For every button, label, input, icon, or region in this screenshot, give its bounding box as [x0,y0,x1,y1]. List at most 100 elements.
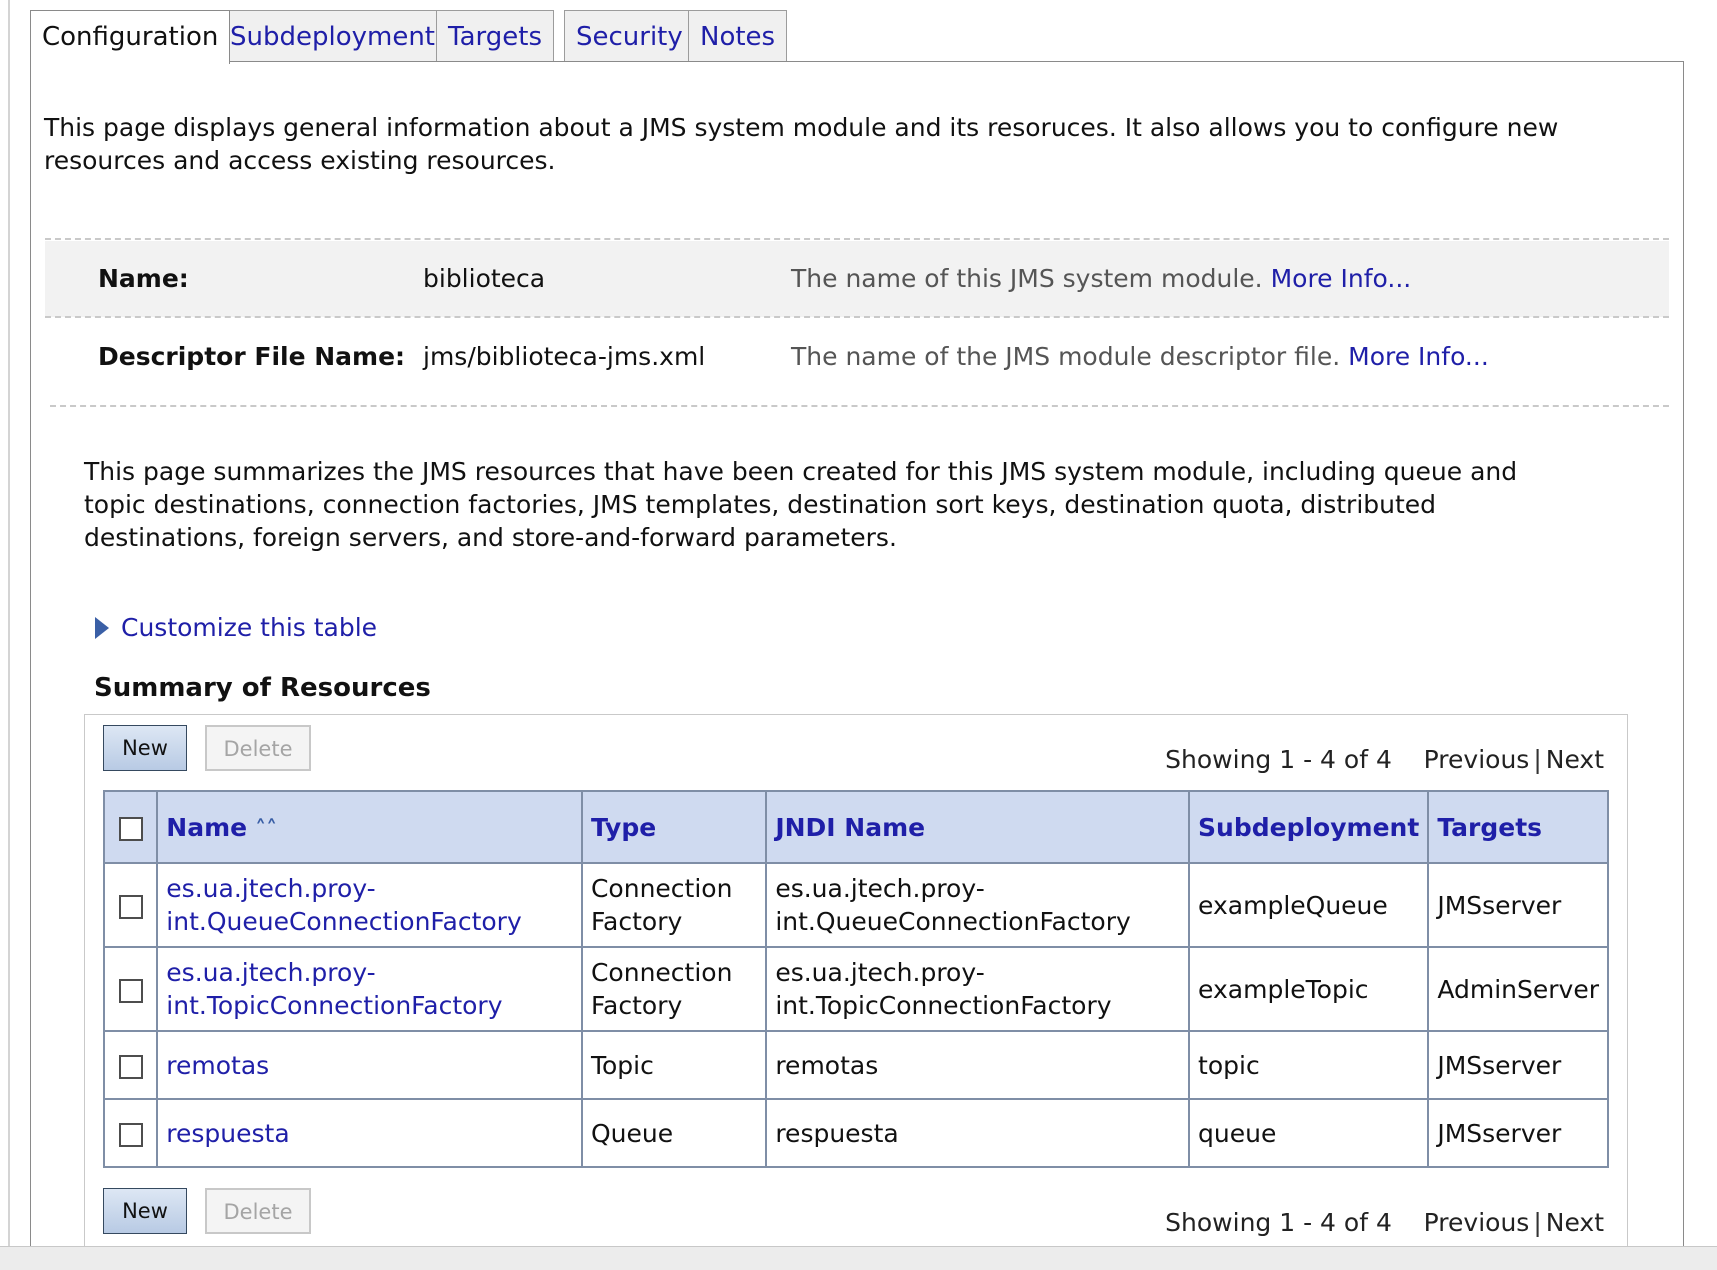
resource-name-link[interactable]: respuesta [166,1119,289,1148]
expand-triangle-icon [95,617,109,639]
select-all-checkbox[interactable] [118,816,143,841]
name-cell: es.ua.jtech.proy-int.TopicConnectionFact… [156,946,583,1032]
row-checkbox[interactable] [118,1122,143,1147]
table-row: es.ua.jtech.proy-int.QueueConnectionFact… [102,862,1609,948]
new-button-bottom[interactable]: New [103,1188,187,1234]
showing-count: Showing 1 - 4 of 4 [1165,745,1392,774]
pager-bottom: Showing 1 - 4 of 4 Previous | Next [1165,1203,1604,1243]
pager-separator: | [1533,1208,1542,1237]
row-checkbox[interactable] [118,1054,143,1079]
resource-name-line1: es.ua.jtech.proy- [166,958,376,987]
browser-status-bar [0,1246,1717,1270]
row-checkbox-cell [102,1098,159,1168]
tab-subdeployments[interactable]: Subdeployments [218,10,461,62]
delete-button[interactable]: Delete [205,725,311,771]
descriptor-more-info-link[interactable]: More Info... [1348,342,1489,371]
jndi-cell: remotas [765,1030,1191,1100]
targets-cell: JMSserver [1427,1030,1609,1100]
tab-security[interactable]: Security [564,10,695,62]
name-help: The name of this JMS system module. More… [791,241,1411,317]
jndi-line1: es.ua.jtech.proy- [775,874,985,903]
descriptor-label: Descriptor File Name: [98,342,406,371]
column-header-type[interactable]: Type [580,790,768,864]
row-checkbox-cell [102,862,159,948]
jndi-cell: es.ua.jtech.proy-int.TopicConnectionFact… [765,946,1191,1032]
descriptor-value: jms/biblioteca-jms.xml [423,342,706,371]
type-cell: Connection Factory [580,862,768,948]
type-line1: Connection [590,958,733,987]
divider [45,316,1669,318]
column-header-targets[interactable]: Targets [1427,790,1609,864]
table-header-row: Name ˄˄ Type JNDI Name Subdeployment Targ… [102,790,1609,864]
jndi-line2: int.QueueConnectionFactory [775,907,1131,936]
name-more-info-link[interactable]: More Info... [1271,264,1412,293]
select-all-header [102,790,159,864]
row-checkbox-cell [102,946,159,1032]
row-checkbox[interactable] [118,978,143,1003]
subdeployment-cell: exampleTopic [1188,946,1430,1032]
tab-targets[interactable]: Targets [436,10,554,62]
column-header-name[interactable]: Name ˄˄ [156,790,583,864]
table-row: remotas Topic remotas topic JMSserver [102,1030,1609,1100]
sort-ascending-icon[interactable]: ˄˄ [255,817,277,842]
jndi-cell: respuesta [765,1098,1191,1168]
type-line2: Factory [590,907,683,936]
subdeployment-cell: queue [1188,1098,1430,1168]
name-help-text: The name of this JMS system module. [791,264,1263,293]
showing-count: Showing 1 - 4 of 4 [1165,1208,1392,1237]
type-cell: Queue [580,1098,768,1168]
row-checkbox[interactable] [118,894,143,919]
resources-table: Name ˄˄ Type JNDI Name Subdeployment Targ… [102,790,1609,1168]
property-row-descriptor: Descriptor File Name: jms/biblioteca-jms… [45,319,1669,395]
name-label: Name: [98,264,189,293]
tab-configuration[interactable]: Configuration [30,10,231,64]
pager-top: Showing 1 - 4 of 4 Previous | Next [1165,740,1604,780]
left-border [8,0,10,1246]
previous-link[interactable]: Previous [1424,745,1530,774]
type-cell: Topic [580,1030,768,1100]
resource-name-line2: int.TopicConnectionFactory [166,991,503,1020]
targets-cell: JMSserver [1427,862,1609,948]
name-cell: respuesta [156,1098,583,1168]
type-line2: Factory [590,991,683,1020]
resource-name-line2: int.QueueConnectionFactory [166,907,522,936]
summary-text: This page summarizes the JMS resources t… [84,457,1518,552]
jndi-cell: es.ua.jtech.proy-int.QueueConnectionFact… [765,862,1191,948]
column-name-label: Name [166,812,248,842]
type-cell: Connection Factory [580,946,768,1032]
intro-text: This page displays general information a… [44,113,1559,175]
resource-name-link[interactable]: remotas [166,1051,269,1080]
customize-table-link[interactable]: Customize this table [95,608,377,648]
divider [45,238,1669,240]
descriptor-help: The name of the JMS module descriptor fi… [791,319,1489,395]
jndi-line1: es.ua.jtech.proy- [775,958,985,987]
targets-cell: JMSserver [1427,1098,1609,1168]
targets-cell: AdminServer [1427,946,1609,1032]
jndi-line2: int.TopicConnectionFactory [775,991,1112,1020]
new-button[interactable]: New [103,725,187,771]
column-header-jndi-name[interactable]: JNDI Name [765,790,1191,864]
column-header-subdeployment[interactable]: Subdeployment [1188,790,1430,864]
row-checkbox-cell [102,1030,159,1100]
tab-notes[interactable]: Notes [688,10,788,62]
customize-table-label: Customize this table [121,613,378,642]
resource-name-link[interactable]: es.ua.jtech.proy-int.QueueConnectionFact… [166,874,521,936]
resource-name-link[interactable]: es.ua.jtech.proy-int.TopicConnectionFact… [166,958,502,1020]
table-title: Summary of Resources [94,673,431,703]
subdeployment-cell: topic [1188,1030,1430,1100]
subdeployment-cell: exampleQueue [1188,862,1430,948]
name-value: biblioteca [423,264,546,293]
table-row: respuesta Queue respuesta queue JMSserve… [102,1098,1609,1168]
descriptor-help-text: The name of the JMS module descriptor fi… [791,342,1341,371]
previous-link[interactable]: Previous [1424,1208,1530,1237]
divider [50,405,1669,407]
type-line1: Connection [590,874,733,903]
table-row: es.ua.jtech.proy-int.TopicConnectionFact… [102,946,1609,1032]
next-link[interactable]: Next [1546,1208,1604,1237]
name-cell: remotas [156,1030,583,1100]
property-row-name: Name: biblioteca The name of this JMS sy… [45,241,1669,317]
next-link[interactable]: Next [1546,745,1604,774]
delete-button-bottom[interactable]: Delete [205,1188,311,1234]
resource-name-line1: es.ua.jtech.proy- [166,874,376,903]
pager-separator: | [1533,745,1542,774]
